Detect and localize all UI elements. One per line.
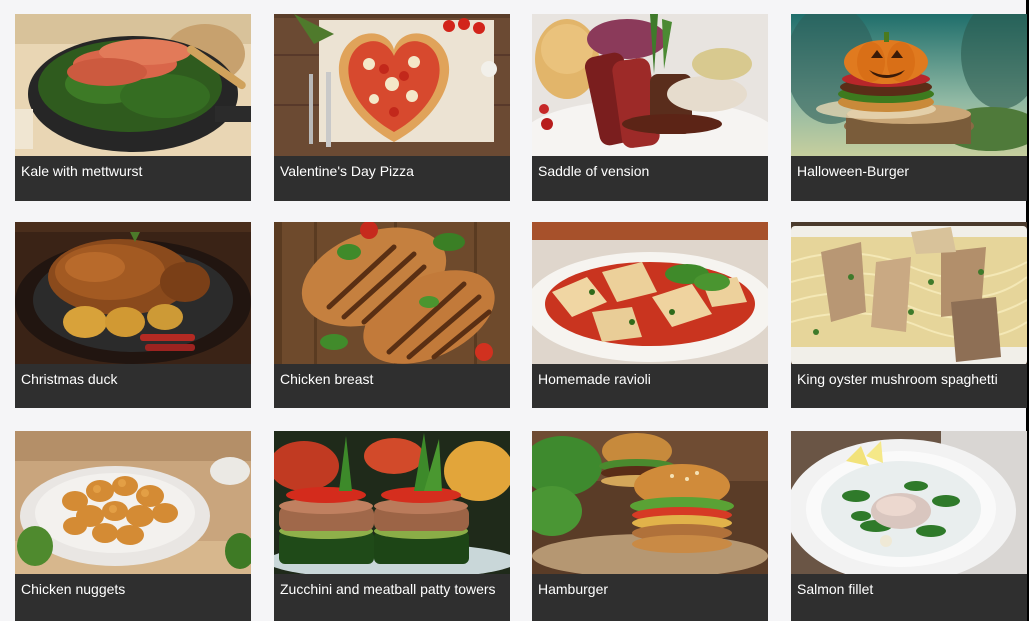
recipe-title[interactable]: Halloween-Burger xyxy=(791,156,1027,201)
recipe-card-hamburger[interactable]: Hamburger xyxy=(532,431,768,621)
recipe-card-chicken-nuggets[interactable]: Chicken nuggets xyxy=(15,431,251,621)
recipe-card-homemade-ravioli[interactable]: Homemade ravioli xyxy=(532,222,768,408)
mushroom-spaghetti-photo[interactable] xyxy=(791,222,1027,364)
recipe-card-saddle-of-vension[interactable]: Saddle of vension xyxy=(532,14,768,201)
recipe-title[interactable]: Hamburger xyxy=(532,574,768,621)
recipe-card-chicken-breast[interactable]: Chicken breast xyxy=(274,222,510,408)
chicken-nuggets-photo[interactable] xyxy=(15,431,251,574)
venison-photo[interactable] xyxy=(532,14,768,156)
recipe-card-kale-with-mettwurst[interactable]: Kale with mettwurst xyxy=(15,14,251,201)
pumpkin-burger-photo[interactable] xyxy=(791,14,1027,156)
recipe-title[interactable]: Salmon fillet xyxy=(791,574,1027,621)
recipe-title[interactable]: Kale with mettwurst xyxy=(15,156,251,201)
roast-duck-photo[interactable] xyxy=(15,222,251,364)
zucchini-towers-photo[interactable] xyxy=(274,431,510,574)
recipe-card-christmas-duck[interactable]: Christmas duck xyxy=(15,222,251,408)
page: Kale with mettwurst Valentine's Day Pizz… xyxy=(0,0,1029,621)
recipe-title[interactable]: Zucchini and meatball patty towers xyxy=(274,574,510,621)
recipe-card-salmon-fillet[interactable]: Salmon fillet xyxy=(791,431,1027,621)
recipe-card-king-oyster-mushroom-spaghetti[interactable]: King oyster mushroom spaghetti xyxy=(791,222,1027,408)
recipe-title[interactable]: Homemade ravioli xyxy=(532,364,768,408)
recipe-title[interactable]: King oyster mushroom spaghetti xyxy=(791,364,1027,408)
ravioli-photo[interactable] xyxy=(532,222,768,364)
kale-mettwurst-photo[interactable] xyxy=(15,14,251,156)
recipe-title[interactable]: Chicken nuggets xyxy=(15,574,251,621)
grilled-chicken-photo[interactable] xyxy=(274,222,510,364)
recipe-title[interactable]: Christmas duck xyxy=(15,364,251,408)
salmon-fillet-photo[interactable] xyxy=(791,431,1027,574)
recipe-title[interactable]: Valentine's Day Pizza xyxy=(274,156,510,201)
hamburger-photo[interactable] xyxy=(532,431,768,574)
heart-pizza-photo[interactable] xyxy=(274,14,510,156)
recipe-title[interactable]: Chicken breast xyxy=(274,364,510,408)
recipe-card-zucchini-and-meatball-patty-towers[interactable]: Zucchini and meatball patty towers xyxy=(274,431,510,621)
recipe-card-valentines-day-pizza[interactable]: Valentine's Day Pizza xyxy=(274,14,510,201)
recipe-title[interactable]: Saddle of vension xyxy=(532,156,768,201)
recipe-card-halloween-burger[interactable]: Halloween-Burger xyxy=(791,14,1027,201)
recipe-grid: Kale with mettwurst Valentine's Day Pizz… xyxy=(0,0,1027,621)
